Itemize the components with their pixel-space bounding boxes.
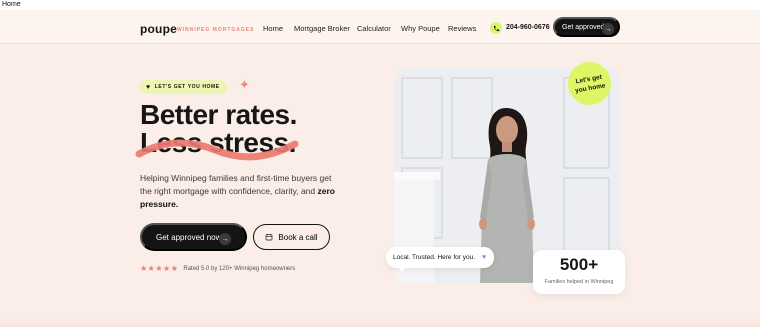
nav-link-mortgage-broker[interactable]: Mortgage Broker (294, 24, 350, 33)
calendar-icon (266, 234, 273, 241)
trust-chip: Local. Trusted. Here for you. ♥ (386, 247, 494, 268)
arrow-right-icon: → (219, 233, 231, 245)
primary-cta-label: Get approved now (156, 232, 222, 242)
eyebrow-pill: ♥ LET'S GET YOU HOME (140, 80, 227, 94)
nav-link-home[interactable]: Home (263, 24, 283, 33)
stat-value: 500+ (559, 255, 599, 274)
get-approved-now-button[interactable]: Get approved now → (140, 223, 247, 251)
secondary-cta-label: Book a call (278, 232, 318, 242)
rating-text: Rated 5.0 by 120+ Winnipeg homeowners (183, 265, 296, 272)
brand-tagline: WINNIPEG MORTGAGES (177, 27, 255, 33)
hero-lede: Helping Winnipeg families and first-time… (140, 172, 340, 211)
chip-pointer (397, 266, 407, 272)
section-divider (0, 317, 760, 327)
header-get-approved-button[interactable]: Get approved → (553, 17, 620, 37)
header-cta-label: Get approved (562, 23, 605, 31)
window-tab-title: Home (0, 0, 760, 10)
strikethrough-swoosh (135, 139, 299, 161)
heart-icon: ♥ (146, 83, 151, 91)
eyebrow-text: LET'S GET YOU HOME (154, 84, 220, 90)
site-header: poupe WINNIPEG MORTGAGES Home Mortgage B… (0, 10, 760, 44)
trust-chip-text: Local. Trusted. Here for you. (393, 254, 476, 261)
sparkle-icon: ✦ (239, 77, 250, 92)
nav-link-reviews[interactable]: Reviews (448, 24, 476, 33)
families-stat-card: 500+ Families helped in Winnipeg (533, 250, 625, 294)
hero-lede-text: Helping Winnipeg families and first-time… (140, 173, 332, 196)
brand-logo[interactable]: poupe (140, 22, 177, 36)
rating-row: ★★★★★ Rated 5.0 by 120+ Winnipeg homeown… (140, 264, 295, 273)
heart-icon: ♥ (482, 254, 487, 261)
book-a-call-button[interactable]: Book a call (253, 224, 330, 250)
phone-number-link[interactable]: 204-960-0676 (506, 24, 550, 31)
star-rating-icons: ★★★★★ (140, 264, 179, 273)
nav-link-why-poupe[interactable]: Why Poupe (401, 24, 440, 33)
headline-line-1: Better rates. (140, 99, 297, 130)
arrow-right-icon: → (602, 23, 614, 35)
phone-icon[interactable] (490, 22, 502, 34)
stat-label: Families helped in Winnipeg (544, 279, 614, 285)
nav-link-calculator[interactable]: Calculator (357, 24, 391, 33)
